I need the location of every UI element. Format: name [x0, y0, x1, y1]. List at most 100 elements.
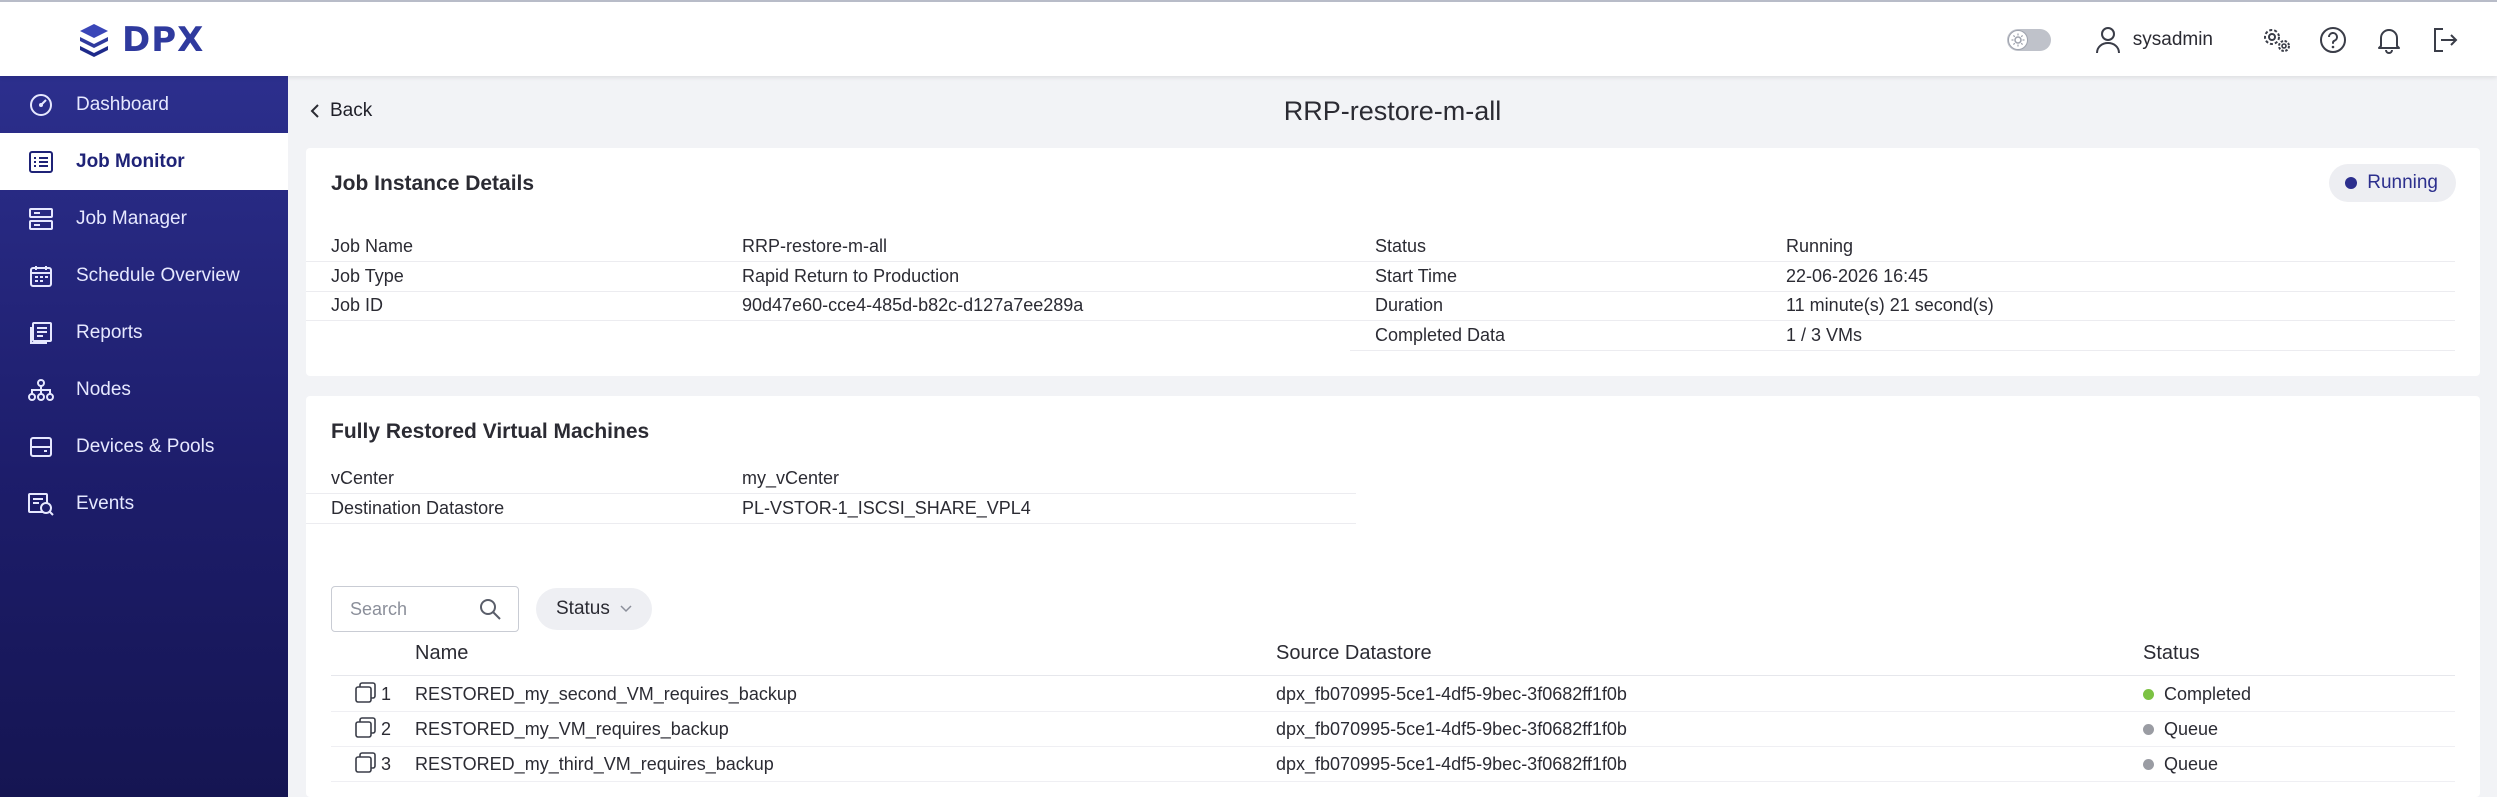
- row-index: 3: [381, 754, 392, 774]
- search-input[interactable]: Search: [331, 586, 519, 632]
- row-name: RESTORED_my_third_VM_requires_backup: [415, 754, 774, 774]
- running-dot: [2345, 177, 2358, 189]
- username: sysadmin: [2132, 29, 2213, 50]
- sidebar-item-dashboard[interactable]: Dashboard: [0, 76, 288, 133]
- sidebar: Dashboard Job Monitor Job Manager Schedu…: [0, 76, 288, 797]
- sidebar-item-schedule-overview[interactable]: Schedule Overview: [0, 247, 288, 304]
- search-placeholder: Search: [350, 598, 408, 619]
- sidebar-item-job-manager[interactable]: Job Manager: [0, 190, 288, 247]
- row-index: 2: [381, 719, 392, 739]
- sidebar-item-label: Events: [76, 492, 135, 514]
- status-filter-label: Status: [556, 598, 610, 619]
- vm-icon: [355, 682, 376, 703]
- detail-key: Start Time: [1375, 266, 1458, 286]
- user-menu[interactable]: sysadmin: [2095, 26, 2213, 54]
- detail-value: Running: [1786, 236, 1854, 256]
- row-status-label: Queue: [2164, 719, 2219, 739]
- sidebar-item-label: Dashboard: [76, 93, 169, 115]
- sidebar-item-label: Reports: [76, 321, 143, 343]
- detail-row-start-time: Start Time 22-06-2026 16:45: [1350, 262, 2455, 292]
- sidebar-item-events[interactable]: Events: [0, 475, 288, 532]
- detail-key: Duration: [1375, 295, 1444, 315]
- sun-icon: [2007, 30, 2028, 50]
- restored-vms-card: Fully Restored Virtual Machines vCenter …: [306, 396, 2480, 797]
- detail-row-status: Status Running: [1350, 232, 2455, 262]
- table-row[interactable]: 2 RESTORED_my_VM_requires_backup dpx_fb0…: [331, 712, 2455, 747]
- help-button[interactable]: [2305, 20, 2361, 60]
- notifications-button[interactable]: [2361, 20, 2417, 60]
- dpx-logo[interactable]: DPX: [74, 20, 204, 60]
- logo-mark-icon: [80, 24, 108, 57]
- main-content: RRP-restore-m-all Back Job Instance Deta…: [288, 76, 2497, 797]
- row-status: Completed: [2143, 684, 2251, 705]
- restored-row-vcenter: vCenter my_vCenter: [306, 464, 1356, 494]
- restored-value: PL-VSTOR-1_ISCSI_SHARE_VPL4: [742, 498, 1031, 518]
- sidebar-item-reports[interactable]: Reports: [0, 304, 288, 361]
- detail-key: Job Type: [331, 266, 404, 286]
- row-name: RESTORED_my_VM_requires_backup: [415, 719, 729, 739]
- calendar-icon: [28, 263, 54, 289]
- detail-key: Completed Data: [1375, 325, 1506, 345]
- gears-icon: [2264, 29, 2290, 52]
- status-badge: Running: [2329, 164, 2456, 202]
- detail-value: Rapid Return to Production: [742, 266, 960, 286]
- table-header-divider: [331, 675, 2455, 676]
- sidebar-item-label: Nodes: [76, 378, 131, 400]
- detail-value: 90d47e60-cce4-485d-b82c-d127a7ee289a: [742, 295, 1084, 315]
- status-queue-dot: [2143, 759, 2154, 770]
- chevron-left-icon: [310, 104, 319, 118]
- settings-button[interactable]: [2249, 20, 2305, 60]
- job-instance-details-card: Job Instance Details Running Job Name RR…: [306, 148, 2480, 376]
- restored-key: vCenter: [331, 468, 395, 488]
- restored-value: my_vCenter: [742, 468, 840, 488]
- row-name: RESTORED_my_second_VM_requires_backup: [415, 684, 797, 704]
- row-status-label: Queue: [2164, 754, 2219, 774]
- status-completed-dot: [2143, 689, 2154, 700]
- detail-row-completed-data: Completed Data 1 / 3 VMs: [1350, 321, 2455, 351]
- row-status: Queue: [2143, 754, 2218, 775]
- vm-icon: [355, 752, 376, 773]
- vm-icon: [355, 717, 376, 738]
- logo-text: DPX: [122, 20, 205, 60]
- table-row[interactable]: 1 RESTORED_my_second_VM_requires_backup …: [331, 677, 2455, 712]
- sidebar-item-job-monitor[interactable]: Job Monitor: [0, 133, 288, 190]
- devices-icon: [28, 434, 54, 460]
- column-header-status[interactable]: Status: [2143, 642, 2200, 665]
- restored-row-datastore: Destination Datastore PL-VSTOR-1_ISCSI_S…: [306, 494, 1356, 524]
- theme-toggle[interactable]: [2006, 29, 2051, 51]
- detail-row-duration: Duration 11 minute(s) 21 second(s): [1350, 291, 2455, 321]
- sidebar-item-label: Job Monitor: [76, 150, 185, 172]
- nodes-icon: [28, 377, 54, 403]
- job-details-title: Job Instance Details: [331, 172, 535, 195]
- help-icon: [2320, 27, 2346, 53]
- detail-key: Status: [1375, 236, 1427, 256]
- detail-row-job-id: Job ID 90d47e60-cce4-485d-b82c-d127a7ee2…: [306, 291, 1356, 321]
- detail-row-job-name: Job Name RRP-restore-m-all: [306, 232, 1356, 262]
- status-queue-dot: [2143, 724, 2154, 735]
- row-source-datastore: dpx_fb070995-5ce1-4df5-9bec-3f0682ff1f0b: [1276, 719, 1627, 739]
- dashboard-icon: [28, 92, 54, 118]
- sidebar-item-devices-pools[interactable]: Devices & Pools: [0, 418, 288, 475]
- row-status-label: Completed: [2164, 684, 2252, 704]
- detail-key: Job Name: [331, 236, 414, 256]
- page-title: RRP-restore-m-all: [1283, 96, 1502, 126]
- search-icon: [480, 599, 501, 620]
- table-row[interactable]: 3 RESTORED_my_third_VM_requires_backup d…: [331, 747, 2455, 782]
- column-header-source-datastore[interactable]: Source Datastore: [1276, 642, 1432, 665]
- back-button[interactable]: Back: [310, 100, 372, 122]
- top-bar: DPX sysadmin: [0, 0, 2497, 76]
- sidebar-item-label: Devices & Pools: [76, 435, 215, 457]
- job-monitor-icon: [28, 149, 54, 175]
- row-source-datastore: dpx_fb070995-5ce1-4df5-9bec-3f0682ff1f0b: [1276, 754, 1627, 774]
- chevron-down-icon: [620, 605, 632, 613]
- events-icon: [28, 491, 54, 517]
- column-header-name[interactable]: Name: [415, 642, 468, 665]
- logout-button[interactable]: [2417, 20, 2473, 60]
- sidebar-item-nodes[interactable]: Nodes: [0, 361, 288, 418]
- user-icon: [2095, 27, 2120, 54]
- sidebar-item-label: Job Manager: [76, 207, 187, 229]
- restored-vms-title: Fully Restored Virtual Machines: [331, 420, 650, 443]
- bell-icon: [2378, 29, 2400, 54]
- status-filter-dropdown[interactable]: Status: [536, 588, 652, 630]
- back-label: Back: [330, 100, 373, 121]
